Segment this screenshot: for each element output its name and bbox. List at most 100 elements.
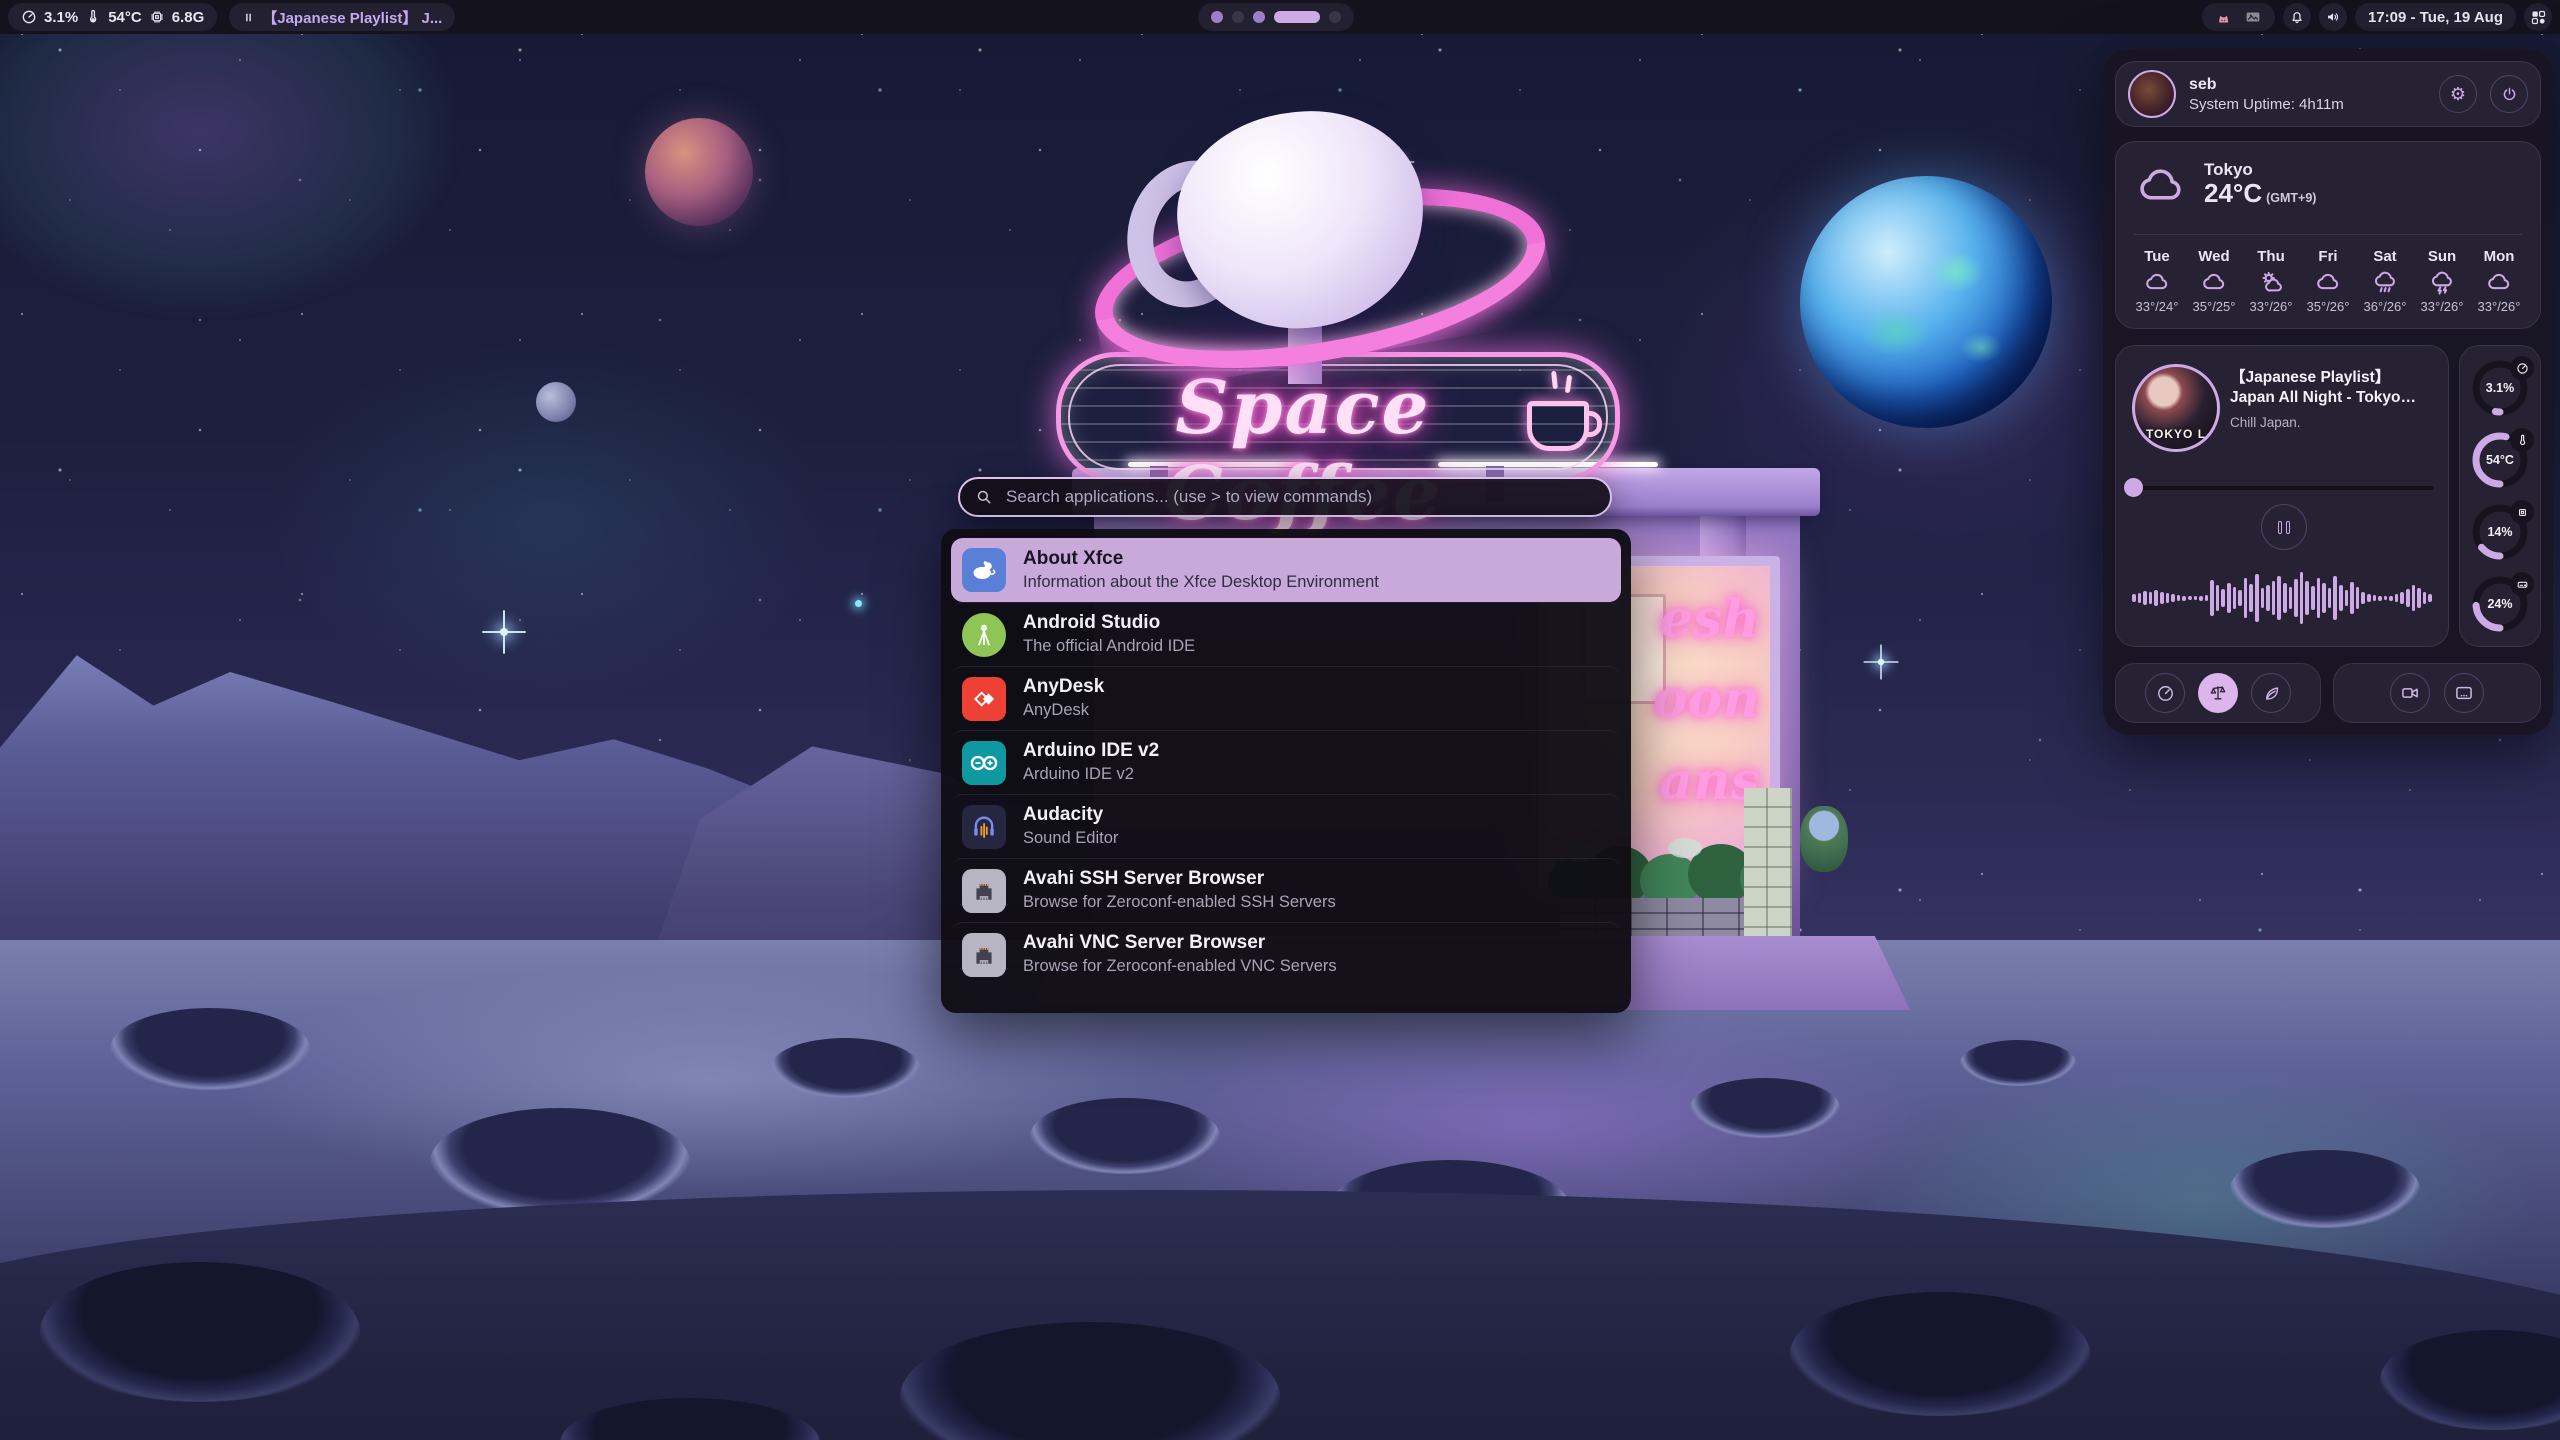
forecast-day-label: Wed: [2198, 248, 2229, 265]
progress-track[interactable]: [2128, 486, 2434, 490]
systray-pill: [2202, 3, 2275, 31]
chip-icon: [2510, 500, 2534, 524]
forecast-day: Wed35°/25°: [2187, 244, 2241, 318]
avatar[interactable]: [2128, 70, 2176, 118]
cyan-star: [855, 600, 862, 607]
power-button[interactable]: [2490, 75, 2528, 113]
app-row[interactable]: Avahi VNC Server BrowserBrowse for Zeroc…: [951, 922, 1621, 986]
forecast-day-label: Fri: [2318, 248, 2337, 265]
crater: [2230, 1150, 2420, 1228]
forecast-temps: 33°/24°: [2136, 299, 2179, 314]
screenshot-icon: [2454, 683, 2474, 703]
crater: [40, 1262, 360, 1402]
screenshot-button[interactable]: [2444, 673, 2484, 713]
weather-city: Tokyo: [2204, 160, 2316, 180]
power-saver-profile-button[interactable]: [2251, 673, 2291, 713]
app-description: AnyDesk: [1023, 701, 1104, 719]
cat-tray-icon[interactable]: [2215, 9, 2232, 26]
top-bar-left: 3.1% 54°C 6.8G 【Japanese Playlist】 J...: [8, 3, 455, 31]
gear-icon: ⚙: [2450, 85, 2466, 103]
memory-usage: 6.8G: [172, 9, 205, 26]
small-moon: [536, 382, 576, 422]
video-camera-icon: [2400, 683, 2420, 703]
power-icon: [2501, 86, 2518, 103]
neon-sign: Space Coffee: [1056, 352, 1620, 482]
clock-pill[interactable]: 17:09 - Tue, 19 Aug: [2355, 3, 2516, 31]
workspace-dot-occupied[interactable]: [1211, 11, 1223, 23]
earth: [1800, 176, 2052, 428]
weather-temp: 24°C: [2204, 180, 2262, 207]
power-profiles-card: [2115, 663, 2321, 723]
workspace-switcher: [1198, 3, 1354, 31]
avahi-app-icon: [962, 869, 1006, 913]
app-description: Browse for Zeroconf-enabled SSH Servers: [1023, 893, 1336, 911]
workspace-dot-occupied[interactable]: [1253, 11, 1265, 23]
audio-visualizer: [2128, 558, 2436, 638]
capture-card: [2333, 663, 2541, 723]
app-name: Avahi VNC Server Browser: [1023, 933, 1337, 954]
media-pill[interactable]: 【Japanese Playlist】 J...: [229, 3, 455, 31]
xfce-app-icon: [962, 548, 1006, 592]
app-name: About Xfce: [1023, 549, 1379, 570]
search-input[interactable]: [1004, 486, 1595, 508]
performance-profile-button[interactable]: [2145, 673, 2185, 713]
forecast-temps: 33°/26°: [2478, 299, 2521, 314]
temperature-gauge: 54°C: [2470, 430, 2530, 490]
memory-gauge: 14%: [2470, 502, 2530, 562]
neon-steam: [1565, 375, 1572, 394]
app-name: Avahi SSH Server Browser: [1023, 869, 1336, 890]
album-art[interactable]: TOKYO L: [2132, 364, 2220, 452]
app-description: Sound Editor: [1023, 829, 1118, 847]
launcher-app-list: About XfceInformation about the Xfce Des…: [941, 529, 1631, 1013]
purple-planet: [645, 118, 753, 226]
app-row[interactable]: AudacitySound Editor: [951, 794, 1621, 858]
app-row[interactable]: Arduino IDE v2Arduino IDE v2: [951, 730, 1621, 794]
app-row[interactable]: About XfceInformation about the Xfce Des…: [951, 538, 1621, 602]
crater: [1690, 1078, 1840, 1138]
speedometer-icon: [21, 9, 37, 25]
search-icon: [975, 488, 993, 506]
notifications-button[interactable]: [2283, 3, 2311, 31]
image-tray-icon[interactable]: [2244, 8, 2262, 26]
arduino-app-icon: [962, 741, 1006, 785]
forecast-day-label: Mon: [2484, 248, 2515, 265]
workspace-dot-empty[interactable]: [1329, 11, 1341, 23]
system-gauges-card: 3.1%54°C14%24%: [2459, 345, 2541, 647]
divider: [2134, 234, 2522, 235]
workspace-dot-empty[interactable]: [1232, 11, 1244, 23]
user-name: seb: [2189, 76, 2426, 94]
forecast-day: Thu33°/26°: [2244, 244, 2298, 318]
music-info: 【Japanese Playlist】 Japan All Night - To…: [2230, 368, 2436, 430]
crater: [1960, 1040, 2076, 1086]
app-description: Arduino IDE v2: [1023, 765, 1159, 783]
balanced-profile-button[interactable]: [2198, 673, 2238, 713]
pause-icon: [2278, 521, 2282, 534]
window-neon-text: oon: [1653, 674, 1760, 726]
launcher-search-bar[interactable]: [958, 477, 1612, 517]
workspace-dot-active[interactable]: [1274, 11, 1320, 23]
pause-button[interactable]: [2261, 504, 2307, 550]
system-stats-pill[interactable]: 3.1% 54°C 6.8G: [8, 3, 217, 31]
anydesk-app-icon: [962, 677, 1006, 721]
pause-icon: [242, 11, 255, 24]
bell-icon: [2289, 9, 2305, 25]
bright-star: [500, 628, 508, 636]
cpu-usage: 3.1%: [44, 9, 78, 26]
forecast-temps: 33°/26°: [2421, 299, 2464, 314]
media-title: 【Japanese Playlist】 J...: [262, 7, 442, 28]
settings-button[interactable]: ⚙: [2439, 75, 2477, 113]
app-name: Android Studio: [1023, 613, 1195, 634]
overview-button[interactable]: [2524, 3, 2552, 31]
crater: [110, 1008, 310, 1090]
neon-steam: [1551, 371, 1558, 389]
app-row[interactable]: Android StudioThe official Android IDE: [951, 602, 1621, 666]
track-title: 【Japanese Playlist】 Japan All Night - To…: [2230, 368, 2436, 408]
screen-record-button[interactable]: [2390, 673, 2430, 713]
volume-button[interactable]: [2319, 3, 2347, 31]
app-row[interactable]: AnyDeskAnyDesk: [951, 666, 1621, 730]
speedometer-icon: [2156, 684, 2175, 703]
system-uptime: System Uptime: 4h11m: [2189, 96, 2426, 113]
app-row[interactable]: Avahi SSH Server Browser Browse for Zeroc…: [951, 858, 1621, 922]
progress-knob[interactable]: [2124, 478, 2143, 497]
weather-timezone: (GMT+9): [2266, 191, 2316, 205]
